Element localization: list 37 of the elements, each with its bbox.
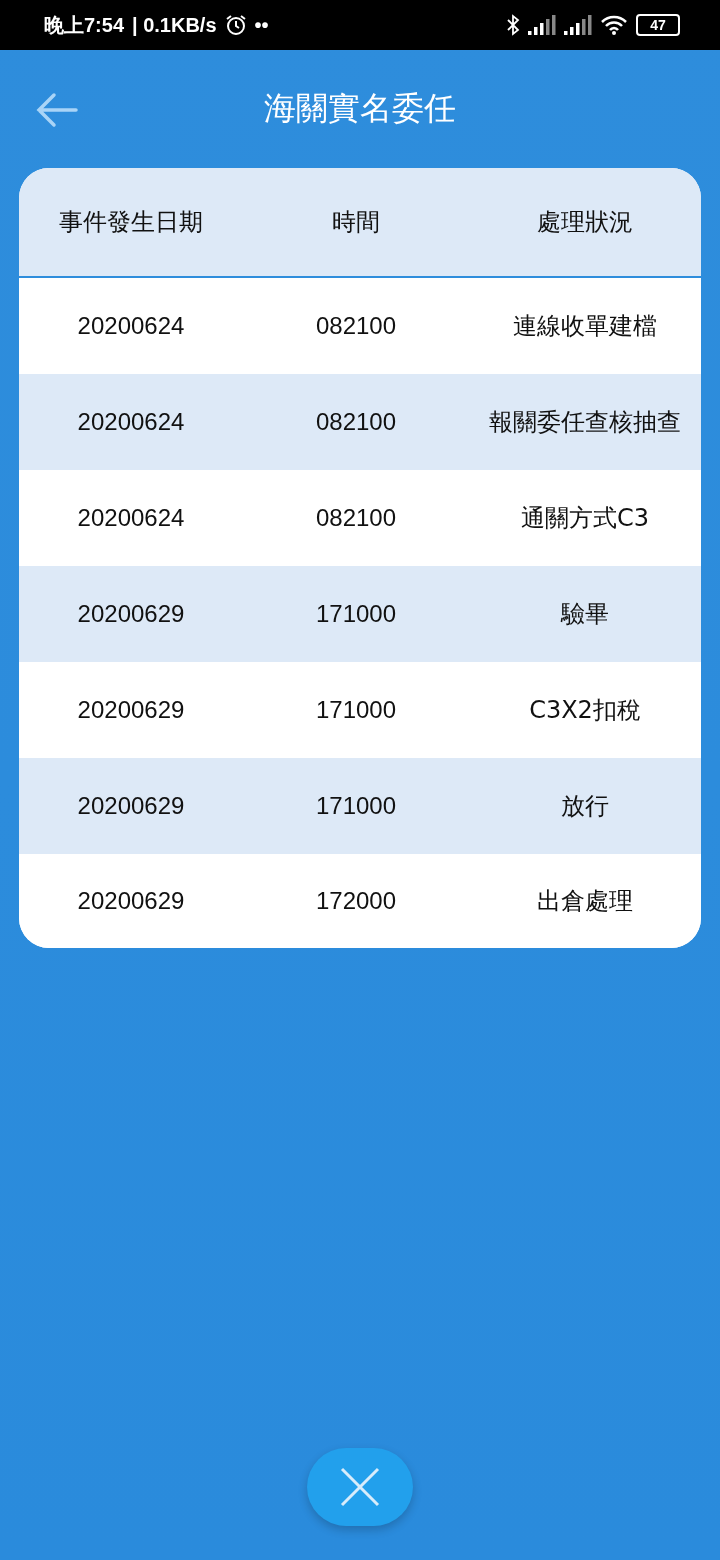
table-cell: 172000 bbox=[315, 887, 397, 915]
wifi-icon bbox=[600, 14, 628, 36]
column-header: 處理狀況 bbox=[537, 207, 633, 238]
table-cell-text: 放行 bbox=[561, 791, 609, 822]
bluetooth-icon bbox=[506, 14, 520, 36]
column-header: 事件發生日期 bbox=[59, 207, 203, 238]
table-cell: 20200629 bbox=[77, 600, 185, 628]
table-cell: 20200629 bbox=[77, 696, 185, 724]
table-cell: 082100 bbox=[315, 408, 397, 436]
table-cell: 082100 bbox=[315, 312, 397, 340]
table-cell-text: 連線收單建檔 bbox=[513, 311, 657, 342]
table-cell: 20200624 bbox=[77, 408, 185, 436]
close-button[interactable] bbox=[307, 1448, 413, 1526]
alarm-icon bbox=[224, 14, 247, 36]
signal-icon bbox=[564, 15, 592, 35]
close-icon bbox=[340, 1467, 380, 1507]
table-cell: 171000 bbox=[315, 600, 397, 628]
table-cell: 20200629 bbox=[77, 792, 185, 820]
table-cell: 20200629 bbox=[77, 887, 185, 915]
table-cell-text: 報關委任查核抽查 bbox=[489, 407, 681, 438]
table-cell: 171000 bbox=[315, 792, 397, 820]
table-cell: 082100 bbox=[315, 504, 397, 532]
column-header: 時間 bbox=[332, 207, 380, 238]
table-cell-text: 出倉處理 bbox=[537, 886, 633, 917]
status-time: 晚上7:54 bbox=[44, 12, 125, 38]
signal-icon bbox=[528, 15, 556, 35]
table-cell: 20200624 bbox=[77, 504, 185, 532]
battery-icon: 47 bbox=[636, 14, 680, 36]
table-cell: 20200624 bbox=[77, 312, 185, 340]
table-cell-text: 驗畢 bbox=[561, 599, 609, 630]
table-cell-text: 通關方式C3 bbox=[521, 503, 649, 534]
table-cell-text: C3X2扣稅 bbox=[529, 695, 641, 726]
page-title: 海關實名委任 bbox=[264, 88, 456, 129]
table-cell: 171000 bbox=[315, 696, 397, 724]
network-speed: | 0.1KB/s bbox=[132, 13, 217, 37]
notification-dots: •• bbox=[254, 13, 269, 37]
back-arrow-icon[interactable] bbox=[36, 92, 78, 128]
